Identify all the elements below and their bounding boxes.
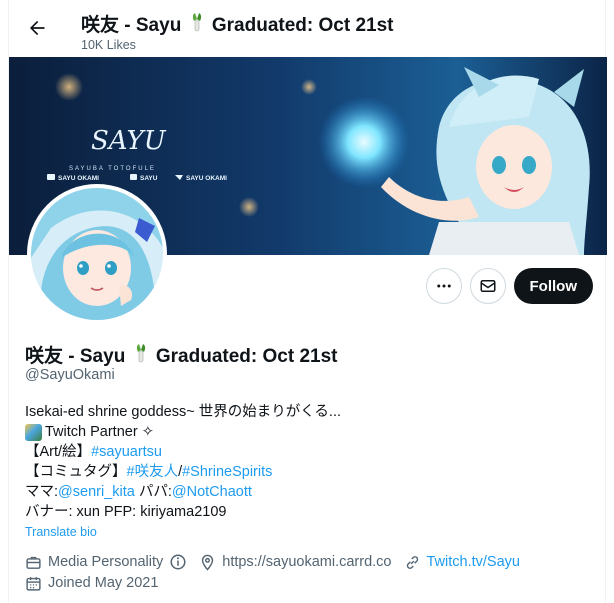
info-icon[interactable] <box>169 553 187 571</box>
bio-community-tag-label: 【コミュタグ】 <box>25 464 127 480</box>
leek-emoji-icon <box>192 13 201 32</box>
header-name-text: 咲友 - Sayu <box>81 15 182 36</box>
hashtag-shrinespirits-link[interactable]: #ShrineSpirits <box>182 462 272 482</box>
banner-social-twitch: SAYU <box>140 175 158 182</box>
header-name-suffix: Graduated: Oct 21st <box>211 15 394 36</box>
back-button[interactable] <box>21 12 53 44</box>
follow-button[interactable]: Follow <box>513 268 593 304</box>
bio-mama-label: ママ: <box>25 484 59 500</box>
bio-line-2: Twitch Partner ✧ <box>25 422 595 442</box>
message-button[interactable] <box>469 268 506 304</box>
top-bar: 咲友 - Sayu Graduated: Oct 21st 10K Likes <box>9 0 607 56</box>
leek-emoji-icon <box>136 344 145 363</box>
banner-subtitle-text: SAYUBA TOTOFULE <box>69 166 156 172</box>
link-icon <box>406 555 418 569</box>
category-text: Media Personality <box>48 554 164 570</box>
profile-meta: Media Personality https://sayuokami.carr… <box>25 551 605 594</box>
meta-row-2: Joined May 2021 <box>25 572 605 594</box>
joined-text: Joined May 2021 <box>48 575 159 591</box>
location: https://sayuokami.carrd.co <box>199 554 392 571</box>
bio-line-5: ママ: @senri_kita パパ: @NotChaott <box>25 482 595 502</box>
bio-line-1: Isekai-ed shrine goddess~ 世界の始まりがくる... <box>25 404 341 420</box>
likes-count: 10K Likes <box>81 38 136 52</box>
banner-title-text: SAYU <box>91 126 167 156</box>
arrow-left-icon <box>30 20 45 36</box>
profile-bio: Isekai-ed shrine goddess~ 世界の始まりがくる... T… <box>25 402 595 522</box>
location-pin-icon <box>202 554 214 571</box>
hashtag-sayuartsu-link[interactable]: #sayuartsu <box>91 442 162 462</box>
more-dots-icon <box>436 284 451 288</box>
bio-line-4: 【コミュタグ】 #咲友人 / #ShrineSpirits <box>25 462 595 482</box>
profile-name-suffix: Graduated: Oct 21st <box>155 346 338 367</box>
avatar[interactable] <box>27 184 167 324</box>
more-button[interactable] <box>425 268 462 304</box>
join-date: Joined May 2021 <box>25 575 158 592</box>
bio-line-3: 【Art/絵】 #sayuartsu <box>25 442 595 462</box>
twitch-partner-emoji-icon <box>25 423 42 441</box>
profile-name-text: 咲友 - Sayu <box>25 346 126 367</box>
mention-notchaott-link[interactable]: @NotChaott <box>172 482 252 502</box>
profile-handle: @SayuOkami <box>25 367 115 383</box>
professional-category: Media Personality <box>25 553 187 571</box>
location-text: https://sayuokami.carrd.co <box>222 554 392 570</box>
hashtag-sayuyujin-link[interactable]: #咲友人 <box>127 462 179 482</box>
translate-bio-link[interactable]: Translate bio <box>25 525 97 539</box>
bio-line-6: バナー: xun PFP: kiriyama2109 <box>25 504 227 520</box>
bio-line-2-text: Twitch Partner ✧ <box>45 424 154 440</box>
website: Twitch.tv/Sayu <box>404 554 520 571</box>
twitch-website-link[interactable]: Twitch.tv/Sayu <box>427 554 520 570</box>
profile-page: 咲友 - Sayu Graduated: Oct 21st 10K Likes <box>8 0 607 603</box>
avatar-art <box>31 188 163 320</box>
envelope-icon <box>480 280 495 292</box>
profile-display-name: 咲友 - Sayu Graduated: Oct 21st <box>25 341 337 368</box>
header-display-name: 咲友 - Sayu Graduated: Oct 21st <box>81 10 393 37</box>
profile-actions: Follow <box>425 268 593 304</box>
meta-row-1: Media Personality https://sayuokami.carr… <box>25 551 605 573</box>
banner-social-twitter: SAYU OKAMI <box>186 175 227 182</box>
mention-senri-kita-link[interactable]: @senri_kita <box>58 482 135 502</box>
briefcase-icon <box>26 556 41 569</box>
banner-social-youtube: SAYU OKAMI <box>58 175 99 182</box>
calendar-icon <box>26 576 41 591</box>
bio-art-label: 【Art/絵】 <box>25 444 92 460</box>
bio-papa-label: パパ: <box>134 484 172 500</box>
